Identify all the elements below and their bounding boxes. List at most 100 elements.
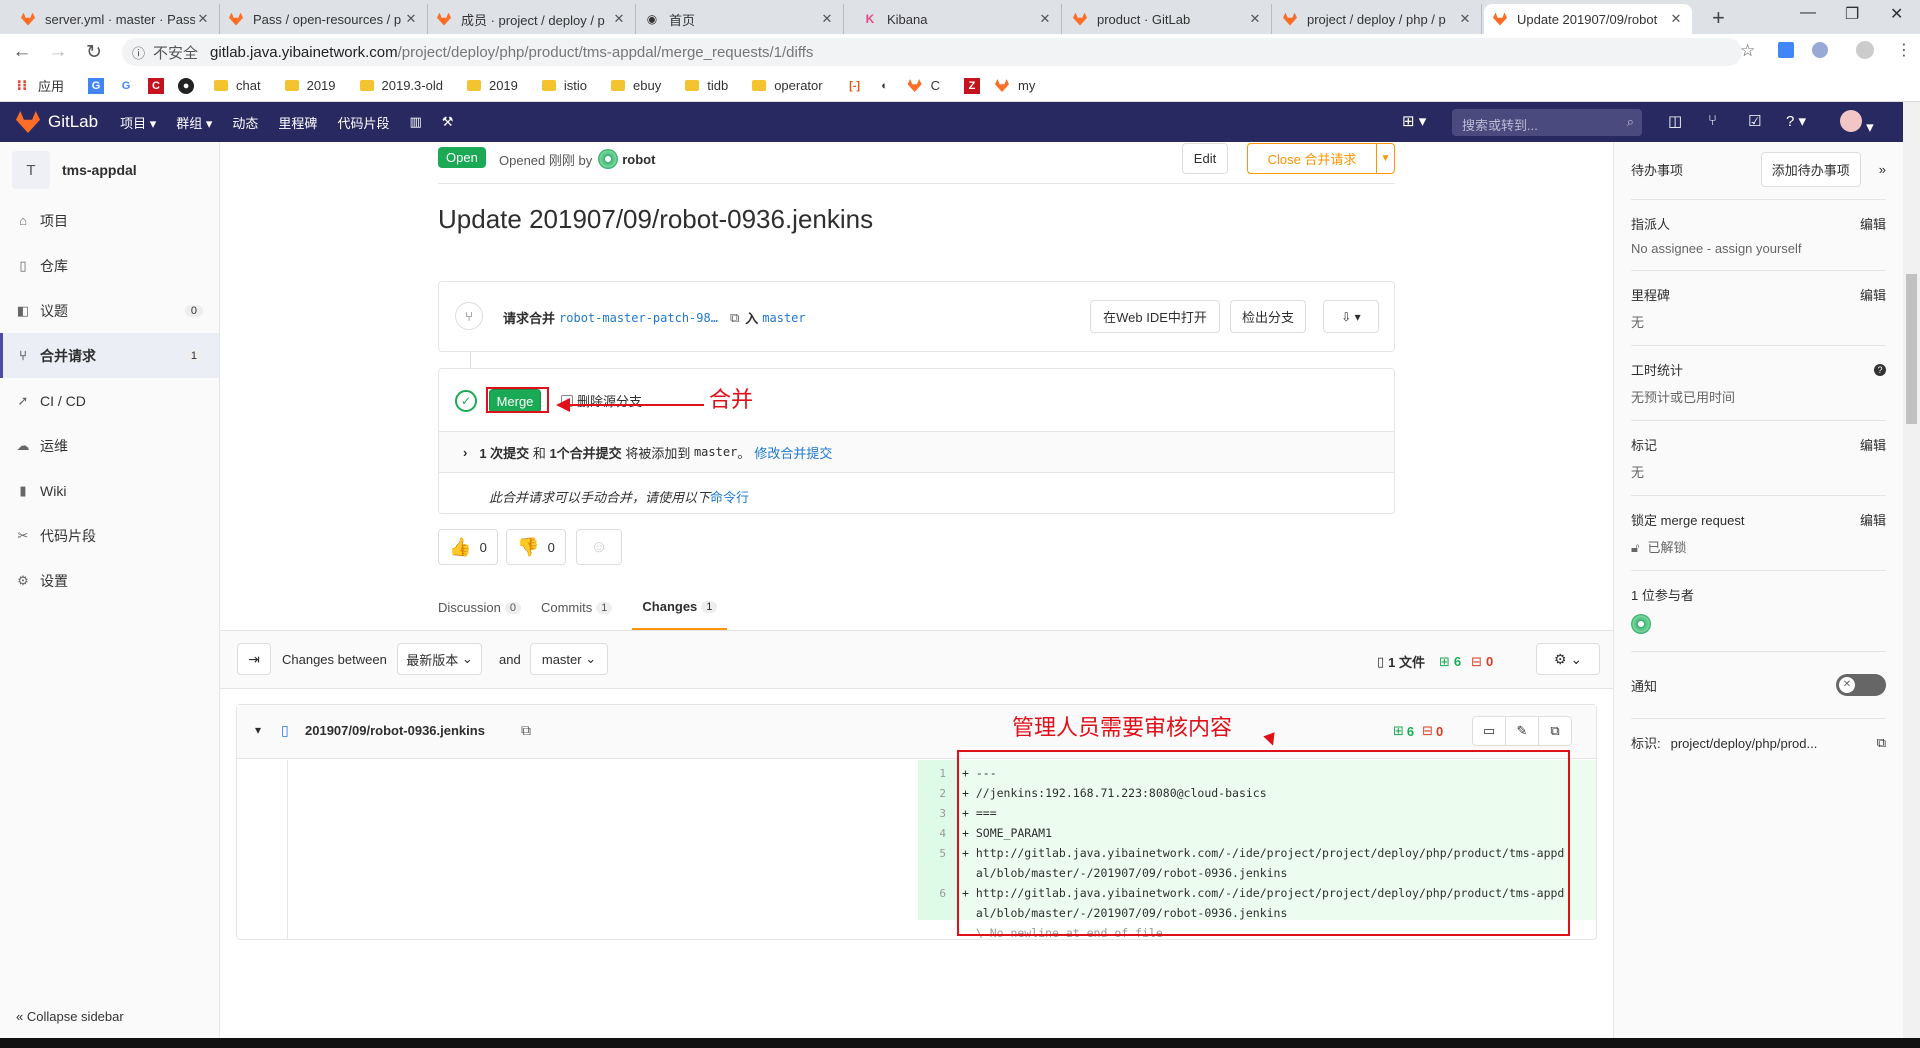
copy-icon[interactable]: ⧉ (1877, 735, 1886, 751)
close-icon[interactable]: ✕ (1037, 11, 1053, 27)
close-icon[interactable]: ✕ (819, 11, 835, 27)
file-tree-toggle-button[interactable]: ⇥ (237, 643, 271, 675)
view-file-button[interactable]: ⧉ (1538, 716, 1572, 746)
sidebar-item-merge-requests[interactable]: ⑂ 合并请求 1 (0, 333, 219, 378)
commits-info-row[interactable]: › 1 次提交 和 1个合并提交 将被添加到 master。 修改合并提交 (439, 432, 1394, 472)
scrollbar-thumb[interactable] (1906, 274, 1917, 424)
collapse-sidebar-button[interactable]: « Collapse sidebar (16, 1009, 124, 1024)
project-header[interactable]: T tms-appdal (0, 142, 219, 198)
bookmark-folder[interactable]: tidb (685, 78, 728, 93)
nav-projects[interactable]: 项目 ▾ (120, 113, 156, 132)
sidebar-item-repository[interactable]: ▯ 仓库 (0, 243, 219, 288)
url-input[interactable]: ⓘ 不安全 gitlab.java.yibainetwork.com/proje… (122, 38, 1742, 66)
thumbs-up-button[interactable]: 👍 0 (438, 529, 498, 565)
participant-avatar[interactable] (1631, 614, 1651, 634)
bookmark-folder[interactable]: ebuy (611, 78, 661, 93)
file-path[interactable]: 201907/09/robot-0936.jenkins (305, 723, 485, 738)
nav-snippets[interactable]: 代码片段 (337, 113, 389, 132)
wrench-icon[interactable]: ⚒ (442, 114, 454, 130)
search-input[interactable]: 搜索或转到... ⌕ (1452, 109, 1642, 136)
tab-discussion[interactable]: Discussion 0 (438, 600, 521, 615)
back-icon[interactable]: ← (8, 41, 36, 63)
diff-settings-button[interactable]: ⚙ ⌄ (1536, 643, 1600, 675)
nav-activity[interactable]: 动态 (232, 113, 258, 132)
tab-commits[interactable]: Commits 1 (541, 600, 613, 615)
close-icon[interactable]: ✕ (1457, 11, 1473, 27)
bookmark-github[interactable]: ● (178, 77, 195, 94)
edit-file-button[interactable]: ✎ (1505, 716, 1539, 746)
bookmark-translate[interactable]: G (88, 77, 105, 94)
sidebar-item-settings[interactable]: ⚙ 设置 (0, 558, 219, 603)
bookmark-gitlab[interactable]: my (994, 78, 1035, 94)
bookmark-folder[interactable]: istio (541, 78, 587, 93)
browser-tab[interactable]: ◉ 首页 ✕ (636, 4, 844, 34)
user-avatar[interactable]: ▾ (1840, 110, 1874, 136)
sidebar-item-issues[interactable]: ◧ 议题 0 (0, 288, 219, 333)
profile-icon[interactable] (1856, 41, 1874, 59)
branch-select[interactable]: master ⌄ (530, 643, 608, 675)
sidebar-item-project[interactable]: ⌂ 项目 (0, 198, 219, 243)
sidebar-item-wiki[interactable]: ▮ Wiki (0, 468, 219, 513)
close-mr-button[interactable]: Close 合并请求 (1247, 143, 1377, 174)
copy-icon[interactable]: ⧉ (730, 310, 739, 326)
plus-square-icon[interactable]: ⊞ ▾ (1402, 112, 1426, 130)
sidebar-item-operations[interactable]: ☁ 运维 (0, 423, 219, 468)
browser-tab[interactable]: K Kibana ✕ (854, 4, 1062, 34)
target-branch[interactable]: master (762, 311, 805, 325)
author-avatar[interactable] (598, 149, 619, 169)
translate-icon[interactable] (1778, 42, 1794, 58)
bookmark-apps[interactable]: ⁝⁝ 应用 (14, 76, 64, 95)
browser-tab[interactable]: product · GitLab ✕ (1064, 4, 1272, 34)
edit-labels-link[interactable]: 编辑 (1860, 435, 1886, 454)
merge-request-icon[interactable]: ⑂ (1708, 112, 1717, 129)
copy-icon[interactable]: ⧉ (521, 722, 531, 739)
edit-assignee-link[interactable]: 编辑 (1860, 214, 1886, 233)
add-todo-button[interactable]: 添加待办事项 (1760, 152, 1861, 187)
new-tab-icon[interactable]: + (1712, 5, 1725, 31)
help-icon[interactable]: ? ▾ (1786, 112, 1806, 130)
bookmark-folder[interactable]: operator (752, 78, 823, 93)
window-close-icon[interactable]: ✕ (1890, 4, 1903, 24)
menu-icon[interactable]: ⋮ (1896, 40, 1912, 60)
add-reaction-button[interactable]: ☺ (576, 529, 622, 565)
close-icon[interactable]: ✕ (403, 11, 419, 27)
sidebar-item-snippets[interactable]: ✂ 代码片段 (0, 513, 219, 558)
delete-source-option[interactable]: 删除源分支 (561, 391, 642, 410)
checkout-branch-button[interactable]: 检出分支 (1230, 300, 1306, 333)
chart-icon[interactable]: ▥ (409, 114, 421, 130)
notifications-toggle[interactable]: ✕ (1836, 674, 1886, 696)
edit-milestone-link[interactable]: 编辑 (1860, 285, 1886, 304)
bookmark-link[interactable]: ◐ (877, 78, 893, 94)
bookmark-google[interactable]: G (118, 78, 134, 94)
bookmark-folder[interactable]: 2019.3-old (359, 78, 443, 93)
help-icon[interactable]: ? (1874, 363, 1886, 376)
browser-tab[interactable]: project / deploy / php / p ✕ (1274, 4, 1482, 34)
bookmark-folder[interactable]: 2019 (284, 78, 336, 93)
edit-button[interactable]: Edit (1182, 143, 1228, 174)
sidebar-item-ci-cd[interactable]: ➚ CI / CD (0, 378, 219, 423)
browser-tab[interactable]: server.yml · master · Pass ✕ (12, 4, 220, 34)
close-icon[interactable]: ✕ (611, 11, 627, 27)
browser-tab[interactable]: Pass / open-resources / p ✕ (220, 4, 428, 34)
tab-changes[interactable]: Changes 1 (632, 585, 728, 630)
command-line-link[interactable]: 命令行 (710, 490, 749, 505)
comment-button[interactable]: ▭ (1472, 716, 1506, 746)
forward-icon[interactable]: → (44, 41, 72, 63)
minimize-icon[interactable]: — (1800, 4, 1816, 22)
bookmark-link[interactable]: [-] (847, 78, 863, 94)
assignee-value[interactable]: No assignee - assign yourself (1631, 241, 1886, 256)
info-icon[interactable]: ⓘ (132, 43, 145, 62)
double-chevron-right-icon[interactable]: » (1879, 162, 1886, 177)
chevron-down-icon[interactable]: ▾ (255, 723, 261, 737)
browser-tab-active[interactable]: Update 201907/09/robot ✕ (1484, 4, 1692, 34)
version-select[interactable]: 最新版本 ⌄ (397, 643, 482, 675)
gitlab-logo[interactable]: GitLab (16, 111, 98, 133)
nav-milestones[interactable]: 里程碑 (278, 113, 317, 132)
reload-icon[interactable]: ↻ (80, 41, 108, 64)
author-name[interactable]: robot (622, 152, 655, 167)
bookmark-gitlab[interactable]: C (907, 78, 940, 94)
bookmark-c[interactable]: C (148, 77, 165, 94)
download-dropdown-button[interactable]: ⇩ ▾ (1323, 300, 1379, 333)
todo-icon[interactable]: ☑ (1748, 112, 1761, 130)
sidebar-toggle-icon[interactable]: ◫ (1668, 112, 1682, 130)
